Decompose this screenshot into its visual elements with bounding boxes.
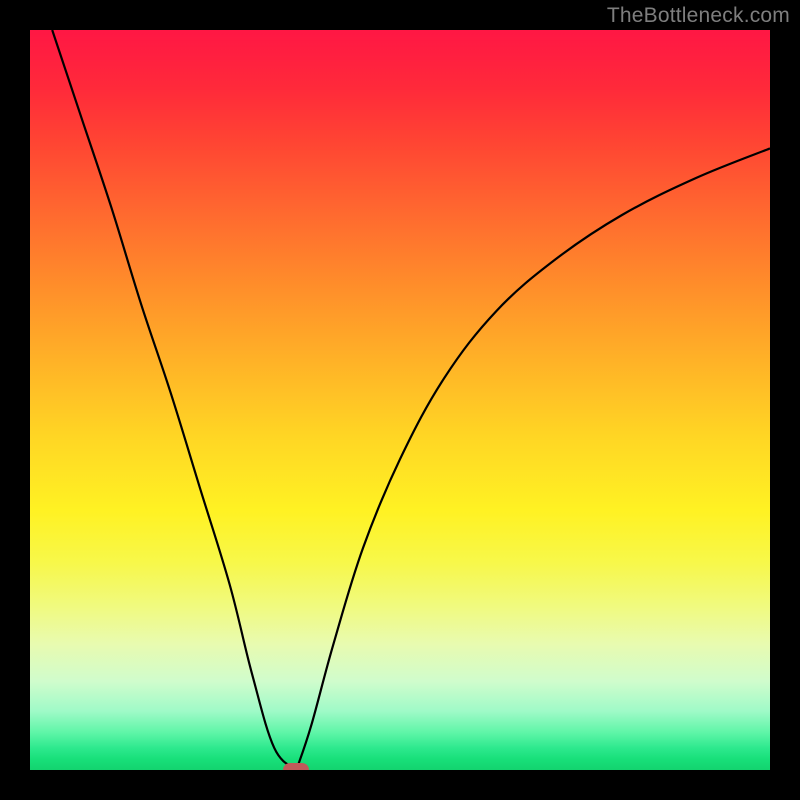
bottleneck-curve (30, 30, 770, 770)
chart-frame: TheBottleneck.com (0, 0, 800, 800)
minimum-marker (283, 763, 309, 770)
plot-area (30, 30, 770, 770)
curve-path (52, 30, 770, 770)
watermark-text: TheBottleneck.com (607, 4, 790, 28)
